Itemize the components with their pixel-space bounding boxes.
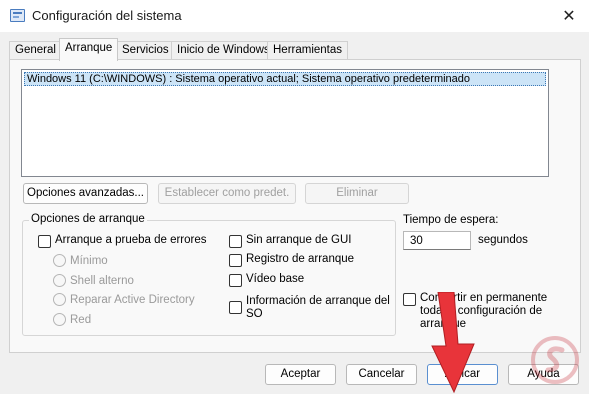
title-bar: Configuración del sistema ✕	[0, 0, 589, 32]
boot-log-checkbox[interactable]: Registro de arranque	[229, 253, 354, 267]
ok-button[interactable]: Aceptar	[265, 364, 336, 385]
os-list-item[interactable]: Windows 11 (C:\WINDOWS) : Sistema operat…	[24, 72, 546, 86]
delete-button[interactable]: Eliminar	[305, 183, 409, 204]
advanced-options-button[interactable]: Opciones avanzadas...	[23, 183, 148, 204]
os-boot-info-label: Información de arranque del SO	[246, 295, 390, 321]
help-button[interactable]: Ayuda	[508, 364, 579, 385]
no-gui-boot-label: Sin arranque de GUI	[246, 234, 352, 246]
make-permanent-label: Convertir en permanente toda la configur…	[420, 292, 547, 331]
boot-options-label: Opciones de arranque	[29, 213, 147, 225]
make-permanent-line3: arranque	[420, 318, 467, 330]
network-label: Red	[70, 313, 92, 326]
os-listbox[interactable]: Windows 11 (C:\WINDOWS) : Sistema operat…	[21, 69, 549, 177]
checkbox-box[interactable]	[229, 235, 242, 248]
window-title: Configuración del sistema	[32, 8, 182, 23]
checkbox-box[interactable]	[229, 274, 242, 287]
safe-boot-checkbox[interactable]: Arranque a prueba de errores	[38, 234, 207, 248]
make-permanent-checkbox[interactable]: Convertir en permanente toda la configur…	[403, 292, 547, 331]
make-permanent-line2: toda la configuración de	[420, 305, 543, 317]
os-boot-info-line1: Información de arranque del	[246, 295, 390, 307]
os-boot-info-line2: SO	[246, 308, 263, 320]
checkbox-box[interactable]	[229, 301, 242, 314]
radio-dot[interactable]	[53, 274, 66, 287]
timeout-input[interactable]: 30	[403, 231, 471, 250]
tab-servicios[interactable]: Servicios	[116, 41, 175, 60]
tab-inicio-de-windows[interactable]: Inicio de Windows	[171, 41, 276, 60]
close-button[interactable]: ✕	[549, 0, 589, 32]
radio-dot[interactable]	[53, 254, 66, 267]
tab-arranque[interactable]: Arranque	[59, 38, 119, 61]
tab-general[interactable]: General	[9, 41, 62, 60]
repair-ad-radio[interactable]: Reparar Active Directory	[53, 293, 195, 306]
checkbox-box[interactable]	[229, 254, 242, 267]
checkbox-box[interactable]	[38, 235, 51, 248]
os-boot-info-checkbox[interactable]: Información de arranque del SO	[229, 295, 390, 321]
tab-herramientas[interactable]: Herramientas	[267, 41, 349, 60]
boot-log-label: Registro de arranque	[246, 253, 355, 265]
checkbox-box[interactable]	[403, 293, 416, 306]
alternate-shell-label: Shell alterno	[70, 274, 134, 287]
set-default-button[interactable]: Establecer como predet.	[158, 183, 296, 204]
no-gui-boot-checkbox[interactable]: Sin arranque de GUI	[229, 234, 351, 248]
timeout-label: Tiempo de espera:	[403, 214, 499, 226]
system-config-icon	[10, 9, 25, 22]
apply-button[interactable]: Aplicar	[427, 364, 498, 385]
radio-dot[interactable]	[53, 293, 66, 306]
radio-dot[interactable]	[53, 313, 66, 326]
cancel-button[interactable]: Cancelar	[346, 364, 417, 385]
base-video-label: Vídeo base	[246, 273, 305, 285]
minimal-label: Mínimo	[70, 254, 108, 267]
timeout-unit: segundos	[478, 234, 528, 246]
network-radio[interactable]: Red	[53, 313, 91, 326]
safe-boot-label: Arranque a prueba de errores	[55, 234, 207, 246]
repair-ad-label: Reparar Active Directory	[70, 293, 195, 306]
alternate-shell-radio[interactable]: Shell alterno	[53, 274, 134, 287]
minimal-radio[interactable]: Mínimo	[53, 254, 108, 267]
make-permanent-line1: Convertir en permanente	[420, 292, 548, 304]
base-video-checkbox[interactable]: Vídeo base	[229, 273, 304, 287]
